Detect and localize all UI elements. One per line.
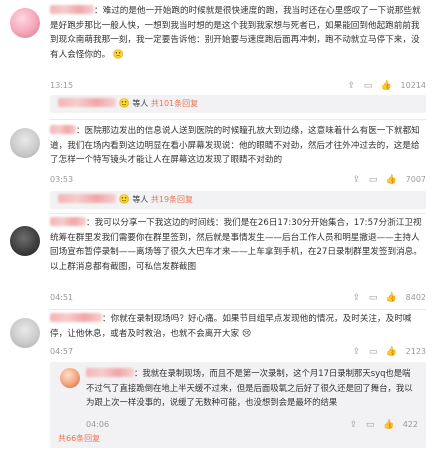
reply-summary[interactable]: 🙂 等人 共19条回复 [50, 191, 426, 209]
divider [50, 309, 426, 310]
timestamp: 04:57 [50, 347, 74, 356]
emoji-icon: 🙂 [118, 99, 130, 109]
comment-meta: 04:57 ⇪ ▭ 👍 2123 [50, 345, 426, 359]
comment-text: ：难过的是他一开始跑的时候就是很快速度的跑，我当时还在心里感叹了一下说那些就是好… [50, 4, 426, 62]
more-replies-link[interactable]: 共66条回复 [58, 432, 100, 446]
sad-emoji-icon: 🙁 [112, 49, 125, 60]
thumbs-up-icon[interactable]: 👍 [383, 420, 394, 430]
share-icon[interactable]: ⇪ [348, 81, 356, 91]
timestamp: 13:15 [50, 81, 74, 90]
divider [50, 213, 426, 214]
comment-text: ：你就在录制现场吗？好心痛。如果节目组早点发现他的情况，及时关注，及时喊停，让他… [50, 312, 426, 341]
comment-meta: 13:15 ⇪ ▭ 👍 10214 [50, 79, 426, 93]
avatar[interactable] [10, 318, 40, 348]
thumbs-up-icon[interactable]: 👍 [386, 347, 397, 357]
avatar[interactable] [10, 8, 40, 38]
username[interactable] [50, 5, 94, 14]
comment-icon[interactable]: ▭ [369, 347, 378, 357]
emoji-icon: 🙂 [118, 195, 130, 205]
reply-count-link[interactable]: 共101条回复 [151, 99, 198, 108]
share-icon[interactable]: ⇪ [353, 293, 361, 303]
share-icon[interactable]: ⇪ [353, 347, 361, 357]
share-icon[interactable]: ⇪ [350, 420, 358, 430]
reply-text: ：我就在录制现场，而且不是第一次录制，这个月17日录制那天syq也是喘不过气了直… [86, 368, 413, 407]
crying-emoji-icon: 😢 [241, 328, 252, 339]
comment-text: ：我可以分享一下我这边的时间线：我们是在26日17:30分开始集合，17:57分… [50, 217, 422, 272]
reply-username[interactable] [86, 368, 134, 377]
reply-meta: 04:06 ⇪ ▭ 👍 422 [86, 418, 418, 432]
like-count: 422 [402, 420, 418, 429]
comment-icon[interactable]: ▭ [364, 81, 373, 91]
timestamp: 04:51 [50, 293, 74, 302]
avatar[interactable] [60, 368, 80, 388]
avatar[interactable] [10, 226, 40, 256]
username[interactable] [50, 313, 102, 322]
avatar[interactable] [10, 128, 40, 158]
comment-icon[interactable]: ▭ [369, 293, 378, 303]
like-count: 2123 [405, 347, 426, 356]
comment-icon[interactable]: ▭ [366, 420, 375, 430]
thumbs-up-icon[interactable]: 👍 [386, 175, 397, 185]
nested-reply: ：我就在录制现场，而且不是第一次录制，这个月17日录制那天syq也是喘不过气了直… [50, 362, 426, 448]
reply-username[interactable] [58, 194, 116, 203]
thumbs-up-icon[interactable]: 👍 [386, 293, 397, 303]
divider [50, 119, 426, 120]
reply-username[interactable] [58, 98, 116, 107]
reply-summary[interactable]: 🙂 等人 共101条回复 [50, 95, 426, 113]
like-count: 7007 [405, 175, 426, 184]
like-count: 10214 [400, 81, 426, 90]
username[interactable] [50, 125, 76, 134]
timestamp: 04:06 [86, 420, 110, 429]
comment-icon[interactable]: ▭ [369, 175, 378, 185]
thumbs-up-icon[interactable]: 👍 [381, 81, 392, 91]
username[interactable] [50, 217, 86, 226]
comment-meta: 04:51 ⇪ ▭ 👍 8402 [50, 291, 426, 305]
reply-count-link[interactable]: 共19条回复 [151, 195, 193, 204]
like-count: 8402 [405, 293, 426, 302]
timestamp: 03:53 [50, 175, 74, 184]
comment-meta: 03:53 ⇪ ▭ 👍 7007 [50, 173, 426, 187]
comment-text: ：医院那边发出的信息说人送到医院的时候瞳孔放大到边缘，这意味着什么有医一下就都知… [50, 125, 420, 165]
share-icon[interactable]: ⇪ [353, 175, 361, 185]
